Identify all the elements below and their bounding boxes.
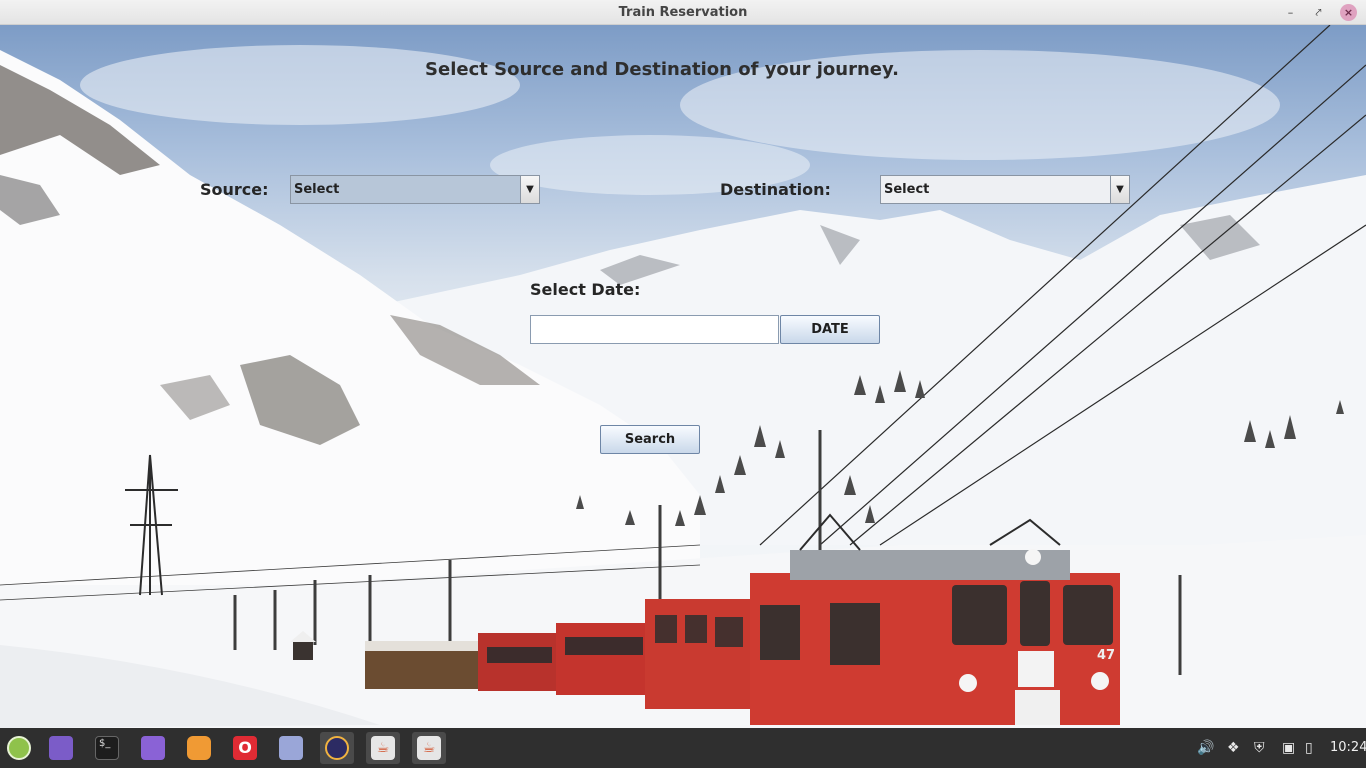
terminal-icon[interactable]: $_: [90, 732, 124, 764]
chevron-down-icon[interactable]: ▼: [1110, 176, 1129, 203]
destination-select[interactable]: Select ▼: [880, 175, 1130, 204]
background-image: 47: [0, 25, 1366, 728]
clock[interactable]: 10:24: [1330, 728, 1366, 768]
firefox-icon[interactable]: [182, 732, 216, 764]
source-select[interactable]: Select ▼: [290, 175, 540, 204]
window-titlebar: Train Reservation – ⤤ ×: [0, 0, 1366, 25]
java-icon[interactable]: ☕: [412, 732, 446, 764]
date-input[interactable]: [530, 315, 779, 344]
network-icon[interactable]: ▣: [1282, 728, 1295, 768]
app-content: 47 Select Source and Destination of your…: [0, 25, 1366, 728]
eclipse-icon[interactable]: [320, 732, 354, 764]
text-editor-icon[interactable]: [274, 732, 308, 764]
date-label: Select Date:: [530, 280, 641, 299]
destination-label: Destination:: [720, 180, 831, 199]
opera-icon[interactable]: O: [228, 732, 262, 764]
storage-icon[interactable]: ▯: [1305, 728, 1313, 768]
java-icon[interactable]: ☕: [366, 732, 400, 764]
minimize-icon[interactable]: –: [1282, 4, 1299, 21]
source-label: Source:: [200, 180, 269, 199]
folder-icon[interactable]: [44, 732, 78, 764]
window-title: Train Reservation: [618, 5, 748, 20]
maximize-icon[interactable]: ⤤: [1310, 4, 1327, 21]
bluetooth-icon[interactable]: ❖: [1227, 728, 1240, 768]
linux-mint-menu-icon[interactable]: [2, 732, 36, 764]
date-button[interactable]: DATE: [780, 315, 880, 344]
taskbar: $_ O ☕ ☕ 🔊 ❖ ⛨ ▣ ▯ 10:24: [0, 728, 1366, 768]
train-number: 47: [1097, 648, 1115, 663]
close-icon[interactable]: ×: [1340, 4, 1357, 21]
volume-icon[interactable]: 🔊: [1197, 728, 1214, 768]
chevron-down-icon[interactable]: ▼: [520, 176, 539, 203]
destination-select-value: Select: [884, 182, 930, 197]
source-select-value: Select: [294, 182, 340, 197]
shield-icon[interactable]: ⛨: [1254, 728, 1265, 768]
folder-icon[interactable]: [136, 732, 170, 764]
search-button[interactable]: Search: [600, 425, 700, 454]
page-heading: Select Source and Destination of your jo…: [425, 59, 899, 80]
